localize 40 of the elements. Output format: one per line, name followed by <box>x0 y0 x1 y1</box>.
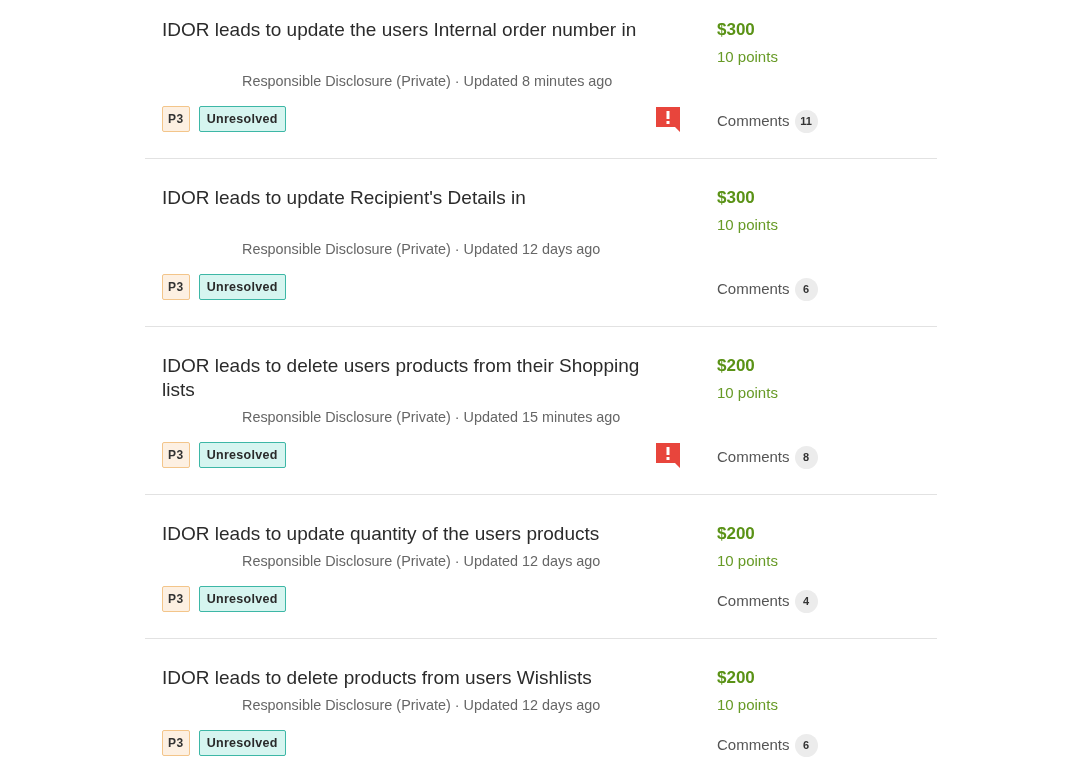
comments-count: 6 <box>794 734 818 757</box>
points-text: 10 points <box>717 47 778 67</box>
comments-count: 11 <box>794 110 818 133</box>
comments-label: Comments <box>717 111 790 132</box>
comments-label: Comments <box>717 447 790 468</box>
report-title-link[interactable]: IDOR leads to delete products from users Wishlists <box>162 666 592 690</box>
bounty-amount: $200 <box>717 355 755 377</box>
comments-count: 4 <box>794 590 818 613</box>
comments-count: 8 <box>794 446 818 469</box>
state-tag: Unresolved <box>198 274 286 300</box>
state-tag: Unresolved <box>198 730 286 756</box>
state-tag: Unresolved <box>198 106 286 132</box>
severity-tag: P3 <box>162 274 190 300</box>
bounty-amount: $200 <box>717 667 755 689</box>
severity-tag: P3 <box>162 442 190 468</box>
comments-label: Comments <box>717 735 790 756</box>
state-tag: Unresolved <box>198 442 286 468</box>
severity-tag: P3 <box>162 106 190 132</box>
report-meta-text: Responsible Disclosure (Private) · Updated 12 days ago <box>242 240 601 259</box>
comments-label: Comments <box>717 279 790 300</box>
severity-tag: P3 <box>162 730 190 756</box>
report-title-link[interactable]: IDOR leads to update the users Internal order number in <box>162 18 637 42</box>
comments-label: Comments <box>717 591 790 612</box>
report-title-link[interactable]: IDOR leads to delete users products from their Shopping lists <box>162 354 662 402</box>
points-text: 10 points <box>717 695 778 715</box>
severity-tag: P3 <box>162 586 190 612</box>
points-text: 10 points <box>717 383 778 403</box>
report-title-link[interactable]: IDOR leads to update quantity of the users products <box>162 522 600 546</box>
report-meta-text: Responsible Disclosure (Private) · Updated 12 days ago <box>242 696 601 715</box>
comments-count: 6 <box>794 278 818 301</box>
report-meta-text: Responsible Disclosure (Private) · Updated 8 minutes ago <box>242 72 613 91</box>
points-text: 10 points <box>717 551 778 571</box>
report-meta-text: Responsible Disclosure (Private) · Updated 12 days ago <box>242 552 601 571</box>
report-title-link[interactable]: IDOR leads to update Recipient's Details in <box>162 186 526 210</box>
bounty-amount: $200 <box>717 523 755 545</box>
points-text: 10 points <box>717 215 778 235</box>
state-tag: Unresolved <box>198 586 286 612</box>
report-meta-text: Responsible Disclosure (Private) · Updated 15 minutes ago <box>242 408 621 427</box>
bounty-amount: $300 <box>717 19 755 41</box>
bounty-amount: $300 <box>717 187 755 209</box>
